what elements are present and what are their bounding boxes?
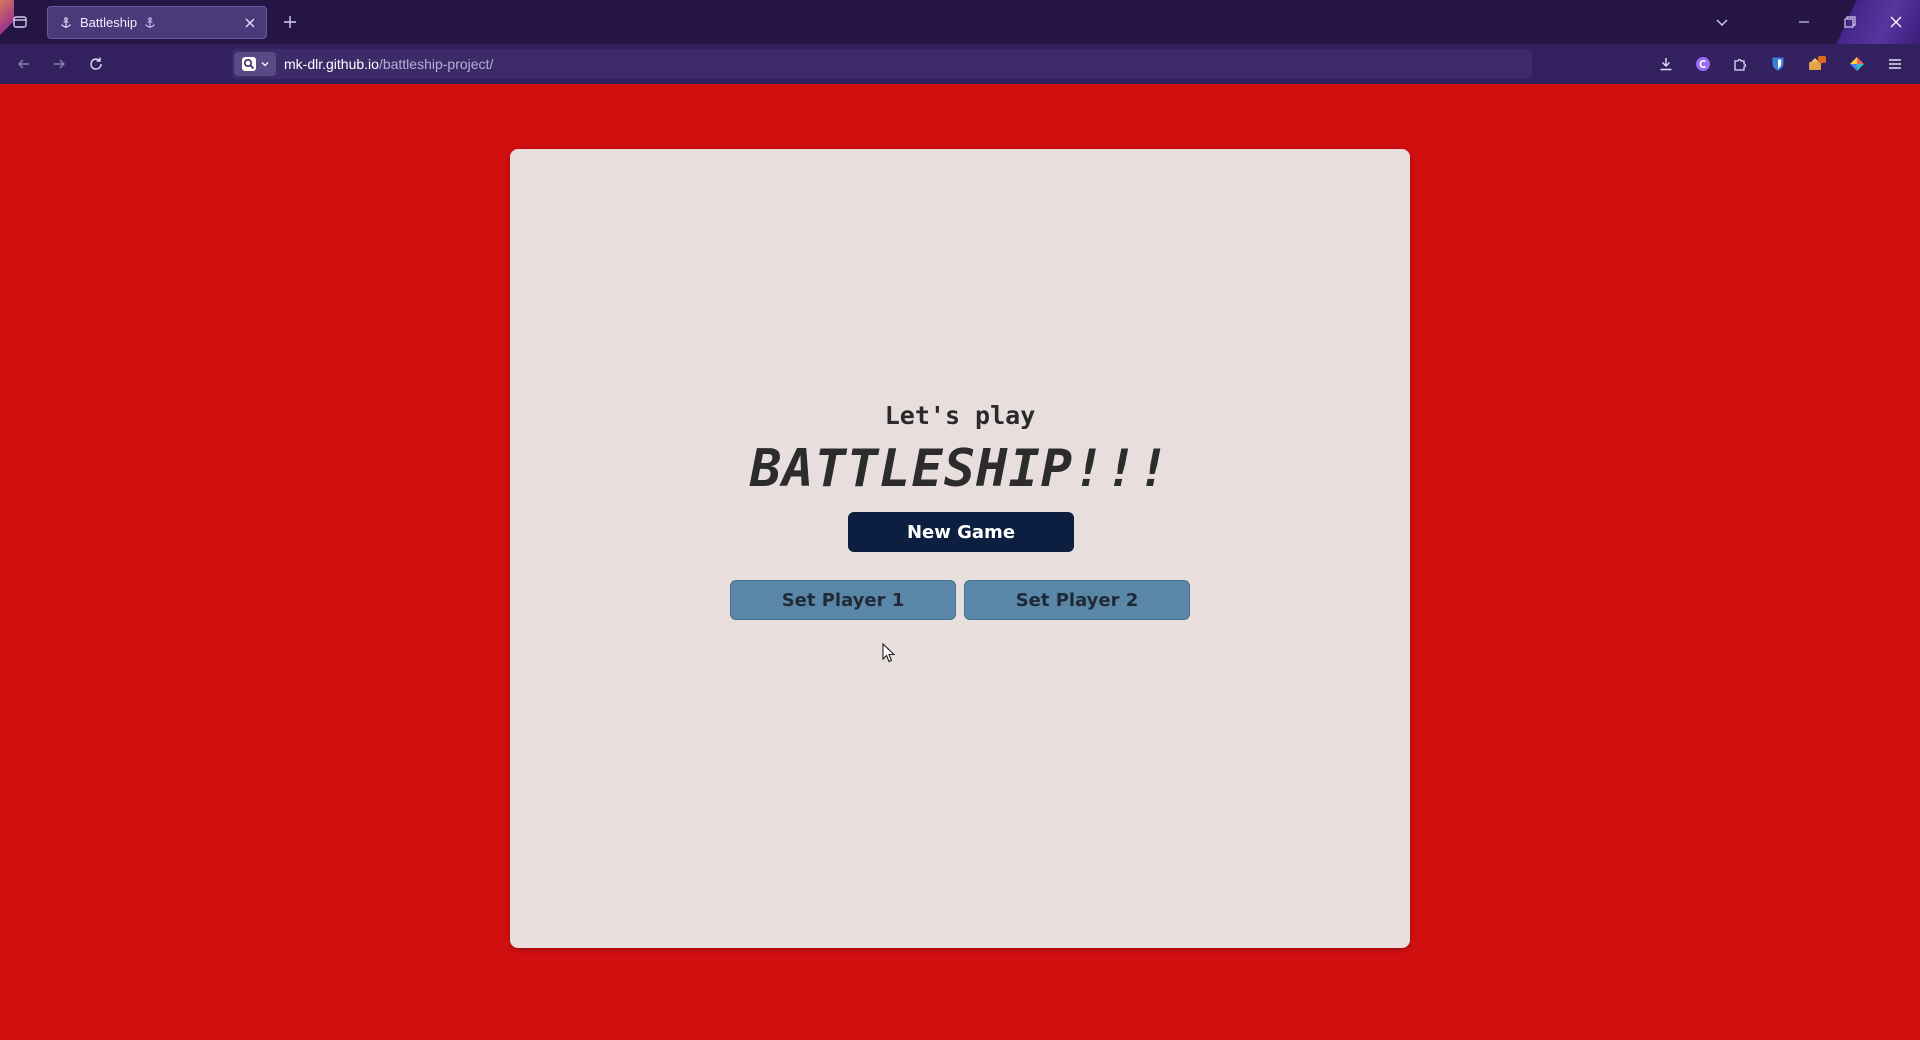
plus-icon[interactable] (280, 12, 300, 32)
puzzle-icon[interactable] (1728, 52, 1752, 76)
shield-icon[interactable] (1766, 52, 1790, 76)
tab-battleship[interactable]: Battleship (47, 6, 267, 39)
set-player2-button[interactable]: Set Player 2 (964, 580, 1190, 620)
chevron-down-icon[interactable] (1710, 10, 1734, 34)
restore-icon[interactable] (1838, 10, 1862, 34)
color-wheel-icon[interactable] (1845, 52, 1869, 76)
anchor-icon (58, 15, 74, 31)
game-card: Let's play BATTLESHIP!!! New Game Set Pl… (510, 149, 1410, 948)
download-icon[interactable] (1654, 52, 1678, 76)
set-player1-button[interactable]: Set Player 1 (730, 580, 956, 620)
anchor-icon (143, 16, 157, 30)
tab-title: Battleship (80, 15, 138, 30)
reload-icon[interactable] (84, 52, 108, 76)
extension-badge-icon[interactable] (1805, 52, 1829, 76)
address-bar[interactable]: mk-dlr.github.io/battleship-project/ (232, 49, 1532, 79)
new-game-button[interactable]: New Game (848, 512, 1074, 552)
close-window-icon[interactable] (1884, 10, 1908, 34)
tab-list-icon[interactable] (8, 10, 32, 34)
close-icon[interactable] (242, 15, 258, 31)
hamburger-icon[interactable] (1883, 52, 1907, 76)
url-host: mk-dlr.github.io (284, 56, 379, 72)
arrow-left-icon[interactable] (12, 52, 36, 76)
extension-c-icon[interactable] (1691, 52, 1715, 76)
search-icon[interactable] (234, 52, 276, 76)
intro-text: Let's play (884, 401, 1036, 430)
arrow-right-icon[interactable] (47, 52, 71, 76)
navigation-bar: mk-dlr.github.io/battleship-project/ (0, 44, 1920, 84)
mouse-cursor-icon (882, 642, 896, 663)
minimize-icon[interactable] (1792, 10, 1816, 34)
tab-bar: Battleship (0, 0, 1920, 44)
url-text: mk-dlr.github.io/battleship-project/ (284, 56, 493, 72)
game-title: BATTLESHIP!!! (750, 439, 1170, 499)
url-path: /battleship-project/ (378, 56, 494, 72)
